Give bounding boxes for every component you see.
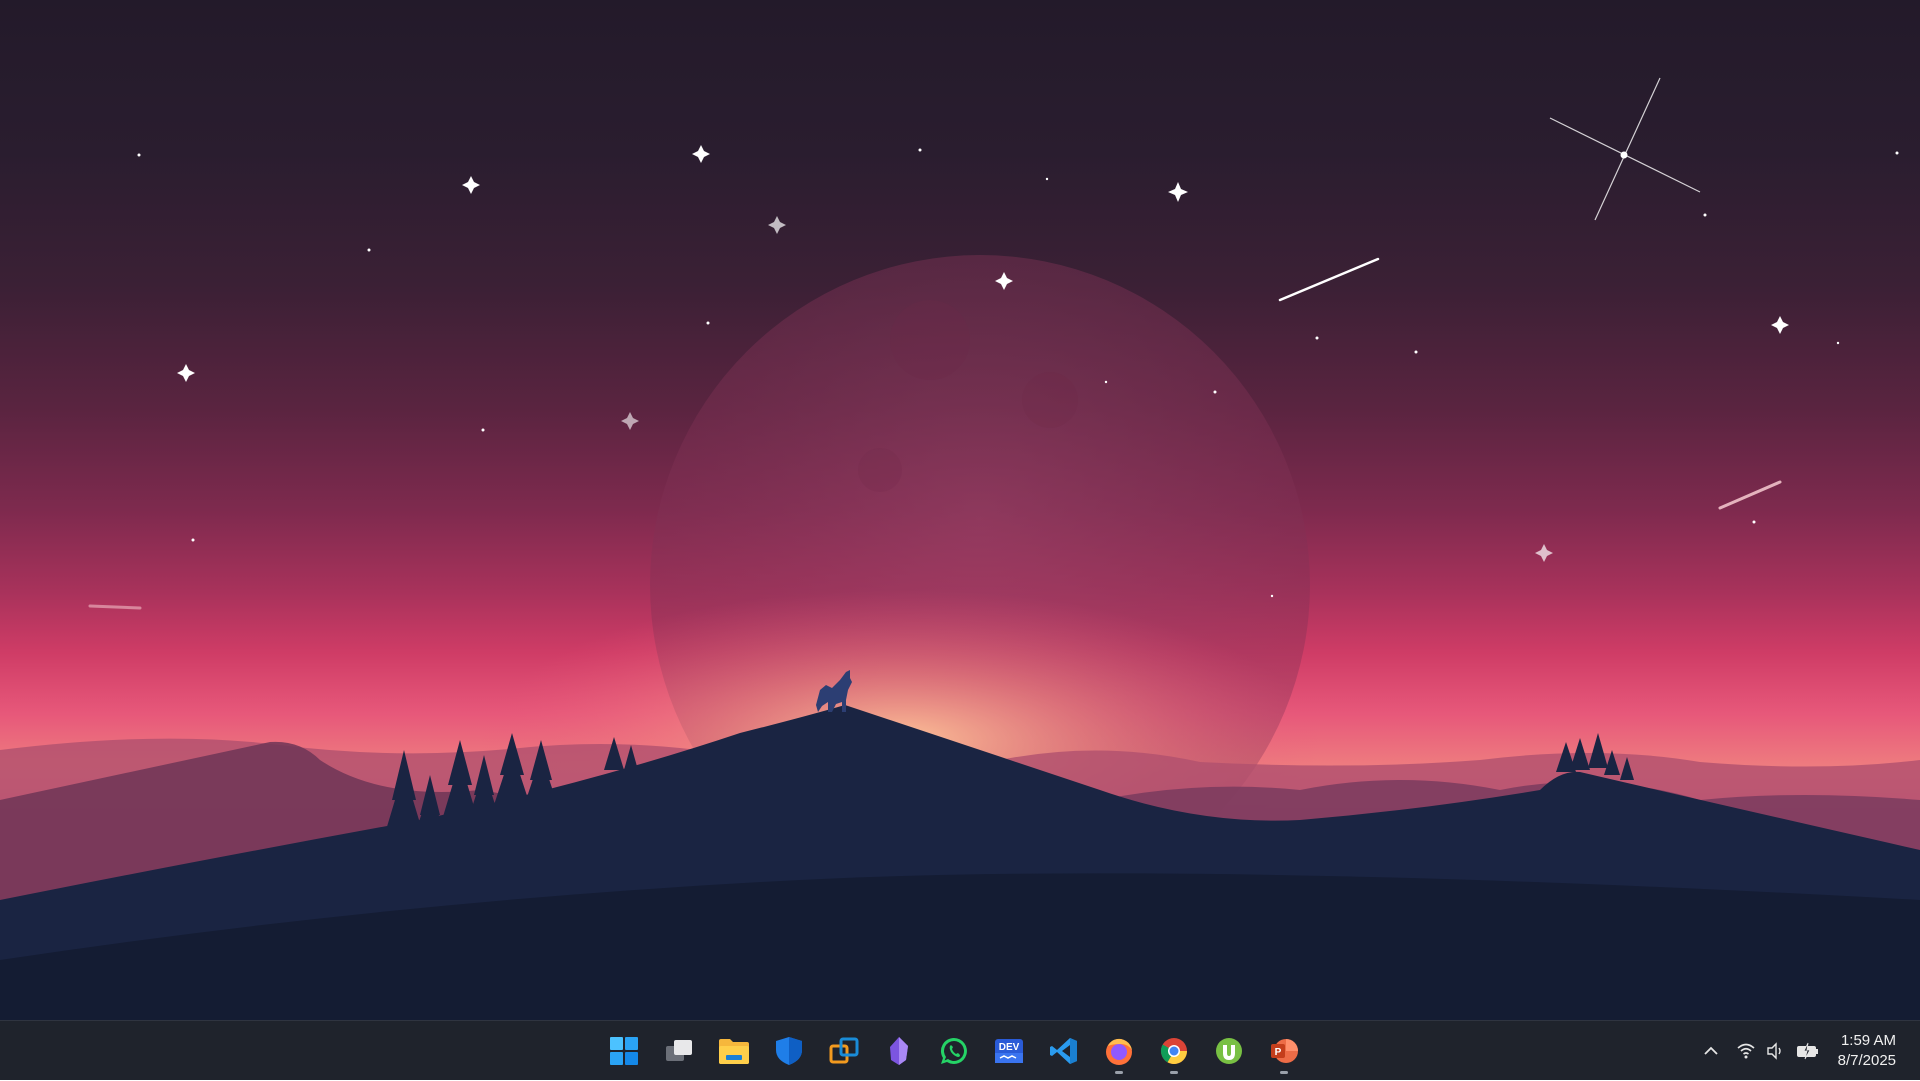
chevron-up-icon [1703, 1046, 1718, 1055]
desktop-wallpaper [0, 0, 1920, 1020]
obsidian-button[interactable] [875, 1027, 923, 1075]
task-view-button[interactable] [655, 1027, 703, 1075]
powerpoint-button[interactable]: P [1260, 1027, 1308, 1075]
chrome-button[interactable] [1150, 1027, 1198, 1075]
obsidian-icon [890, 1037, 908, 1065]
firefox-icon [1106, 1038, 1132, 1065]
whatsapp-button[interactable] [930, 1027, 978, 1075]
system-tray: 1:59 AM 8/7/2025 [1694, 1021, 1920, 1081]
sparkle-star [1549, 77, 1701, 221]
clock-date: 8/7/2025 [1837, 1052, 1896, 1069]
devhome-button[interactable]: DEV [985, 1027, 1033, 1075]
remote-app-button[interactable] [820, 1027, 868, 1075]
running-indicator [1115, 1071, 1123, 1074]
svg-text:DEV: DEV [999, 1042, 1020, 1053]
start-button[interactable] [600, 1027, 648, 1075]
quick-settings-button[interactable] [1728, 1031, 1828, 1071]
file-explorer-button[interactable] [710, 1027, 758, 1075]
battery-charging-icon [1796, 1042, 1818, 1060]
taskbar-pinned-apps: DEV P [600, 1021, 1308, 1081]
clock[interactable]: 1:59 AM 8/7/2025 [1828, 1031, 1920, 1071]
windows-logo-icon [610, 1037, 638, 1065]
wallpaper-art [0, 77, 1920, 1020]
folder-icon [719, 1039, 749, 1064]
clock-time: 1:59 AM [1840, 1032, 1896, 1049]
svg-text:P: P [1275, 1047, 1282, 1058]
firefox-button[interactable] [1095, 1027, 1143, 1075]
defender-button[interactable] [765, 1027, 813, 1075]
chrome-icon [1160, 1038, 1188, 1065]
shooting-star [1278, 257, 1380, 302]
running-indicator [1280, 1071, 1288, 1074]
remote-desktop-icon [829, 1037, 859, 1064]
running-indicator [1170, 1071, 1178, 1074]
dev-icon: DEV [995, 1039, 1023, 1063]
show-hidden-icons-button[interactable] [1694, 1031, 1728, 1071]
powerpoint-icon: P [1271, 1039, 1298, 1063]
wifi-icon [1737, 1043, 1755, 1059]
whatsapp-icon [940, 1037, 967, 1064]
taskbar: DEV P 1:59 AM 8/7/2025 [0, 1020, 1920, 1080]
shield-icon [776, 1037, 802, 1065]
utorrent-button[interactable] [1205, 1027, 1253, 1075]
utorrent-icon [1216, 1038, 1242, 1064]
vscode-button[interactable] [1040, 1027, 1088, 1075]
vscode-icon [1050, 1038, 1077, 1064]
task-view-icon [666, 1040, 692, 1061]
speaker-icon [1766, 1042, 1781, 1060]
